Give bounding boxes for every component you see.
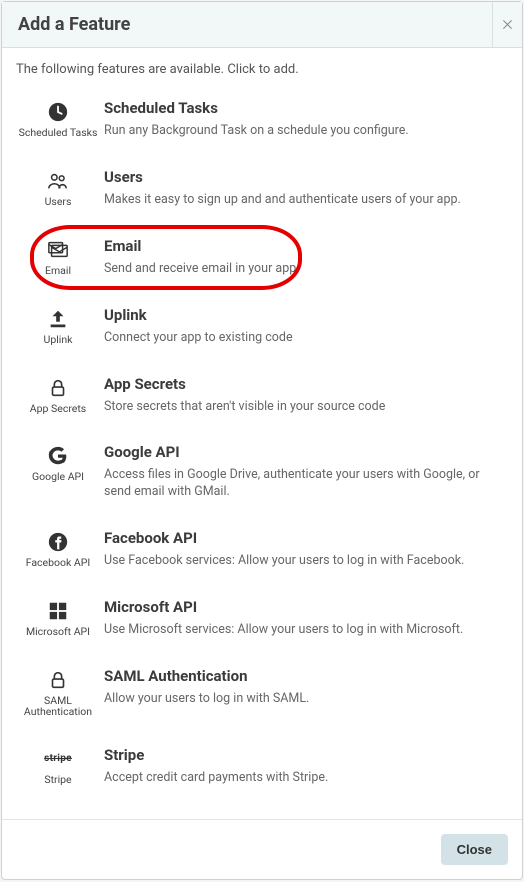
feature-description: Connect your app to existing code [104, 330, 506, 347]
feature-text: SAML Authentication Allow your users to l… [98, 667, 506, 718]
modal-header: Add a Feature [2, 2, 522, 48]
feature-icon-label: App Secrets [30, 403, 86, 415]
feature-description: Makes it easy to sign up and and authent… [104, 192, 506, 209]
feature-icon-column: stripe Stripe [18, 746, 98, 787]
close-icon[interactable] [492, 2, 522, 48]
feature-icon-column: Scheduled Tasks [18, 99, 98, 140]
feature-item[interactable]: Facebook API Facebook API Use Facebook ser… [16, 519, 508, 588]
feature-title: Email [104, 237, 506, 255]
feature-icon-label: Users [45, 196, 72, 208]
feature-text: Scheduled Tasks Run any Background Task o… [98, 99, 506, 140]
microsoft-icon [47, 600, 69, 622]
feature-icon-column: Microsoft API [18, 598, 98, 639]
feature-text: Users Makes it easy to sign up and and au… [98, 168, 506, 209]
feature-description: Store secrets that aren't visible in you… [104, 399, 506, 416]
feature-icon-column: App Secrets [18, 375, 98, 416]
facebook-icon [47, 531, 69, 553]
feature-text: Google API Access files in Google Drive, … [98, 443, 506, 501]
feature-text: Uplink Connect your app to existing code [98, 306, 506, 347]
feature-icon-label: Uplink [44, 334, 73, 346]
feature-icon-column: Google API [18, 443, 98, 501]
feature-item[interactable]: Scheduled Tasks Scheduled Tasks Run any Ba… [16, 89, 508, 158]
feature-icon-label: Scheduled Tasks [19, 127, 98, 139]
feature-icon-column: Email [18, 237, 98, 278]
feature-title: Microsoft API [104, 598, 506, 616]
feature-item[interactable]: App Secrets App Secrets Store secrets that… [16, 365, 508, 434]
feature-description: Use Facebook services: Allow your users … [104, 553, 506, 570]
feature-item[interactable]: stripe Stripe Stripe Accept credit card pay… [16, 736, 508, 805]
feature-icon-label: Facebook API [26, 557, 91, 569]
email-icon [47, 239, 69, 261]
feature-title: SAML Authentication [104, 667, 506, 685]
modal-title: Add a Feature [2, 14, 492, 35]
feature-text: App Secrets Store secrets that aren't vis… [98, 375, 506, 416]
uplink-icon [47, 308, 69, 330]
feature-icon-label: Google API [32, 471, 84, 483]
close-button[interactable]: Close [441, 834, 508, 865]
feature-title: App Secrets [104, 375, 506, 393]
feature-title: Stripe [104, 746, 506, 764]
lock-icon [47, 377, 69, 399]
feature-icon-label: Microsoft API [26, 626, 90, 638]
modal-footer: Close [2, 819, 522, 879]
feature-description: Accept credit card payments with Stripe. [104, 770, 506, 787]
feature-icon-label: Stripe [44, 774, 71, 786]
feature-item[interactable]: Uplink Uplink Connect your app to existing… [16, 296, 508, 365]
feature-item[interactable]: Google API Google API Access files in Goog… [16, 433, 508, 519]
feature-title: Users [104, 168, 506, 186]
feature-item[interactable]: SAML Authentication SAML Authentication Al… [16, 657, 508, 736]
add-feature-modal: Add a Feature The following features are… [1, 1, 523, 880]
modal-body: The following features are available. Cl… [2, 48, 522, 819]
feature-title: Facebook API [104, 529, 506, 547]
feature-icon-column: Uplink [18, 306, 98, 347]
feature-description: Access files in Google Drive, authentica… [104, 467, 506, 501]
feature-description: Use Microsoft services: Allow your users… [104, 622, 506, 639]
feature-icon-column: SAML Authentication [18, 667, 98, 718]
feature-icon-label: SAML Authentication [18, 695, 98, 718]
feature-text: Email Send and receive email in your app. [98, 237, 506, 278]
stripe-icon: stripe [47, 748, 69, 770]
feature-text: Stripe Accept credit card payments with S… [98, 746, 506, 787]
clock-icon [47, 101, 69, 123]
feature-list: Scheduled Tasks Scheduled Tasks Run any Ba… [16, 89, 508, 805]
feature-item[interactable]: Microsoft API Microsoft API Use Microsoft … [16, 588, 508, 657]
feature-icon-label: Email [45, 265, 71, 277]
feature-description: Send and receive email in your app. [104, 261, 506, 278]
saml-icon [47, 669, 69, 691]
feature-item[interactable]: Users Users Makes it easy to sign up and a… [16, 158, 508, 227]
feature-item[interactable]: Email Email Send and receive email in your… [16, 227, 508, 296]
feature-icon-column: Facebook API [18, 529, 98, 570]
feature-icon-column: Users [18, 168, 98, 209]
intro-text: The following features are available. Cl… [16, 62, 508, 77]
google-icon [47, 445, 69, 467]
feature-title: Scheduled Tasks [104, 99, 506, 117]
feature-description: Allow your users to log in with SAML. [104, 691, 506, 708]
feature-text: Facebook API Use Facebook services: Allow… [98, 529, 506, 570]
feature-title: Google API [104, 443, 506, 461]
feature-title: Uplink [104, 306, 506, 324]
feature-text: Microsoft API Use Microsoft services: All… [98, 598, 506, 639]
feature-description: Run any Background Task on a schedule yo… [104, 123, 506, 140]
users-icon [47, 170, 69, 192]
